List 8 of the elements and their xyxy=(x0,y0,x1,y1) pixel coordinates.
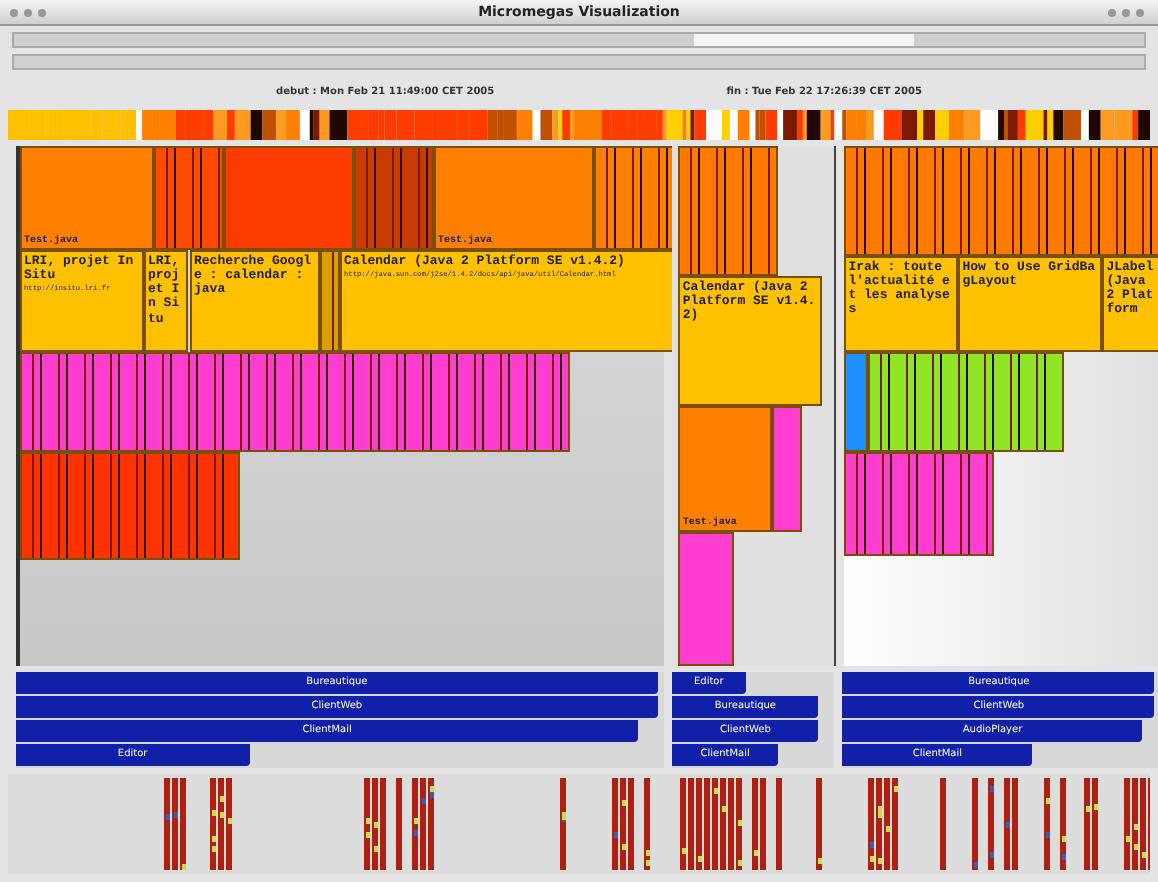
treemap-block[interactable] xyxy=(678,146,779,276)
treemap-block[interactable] xyxy=(20,352,570,452)
treemap-block[interactable] xyxy=(844,452,995,556)
horizontal-scrollbar[interactable] xyxy=(12,54,1146,70)
treemap-block[interactable] xyxy=(594,146,674,250)
treemap-block[interactable] xyxy=(868,352,1065,452)
horizontal-scrollbar[interactable] xyxy=(12,32,1146,48)
treemap-block[interactable] xyxy=(844,146,1158,256)
